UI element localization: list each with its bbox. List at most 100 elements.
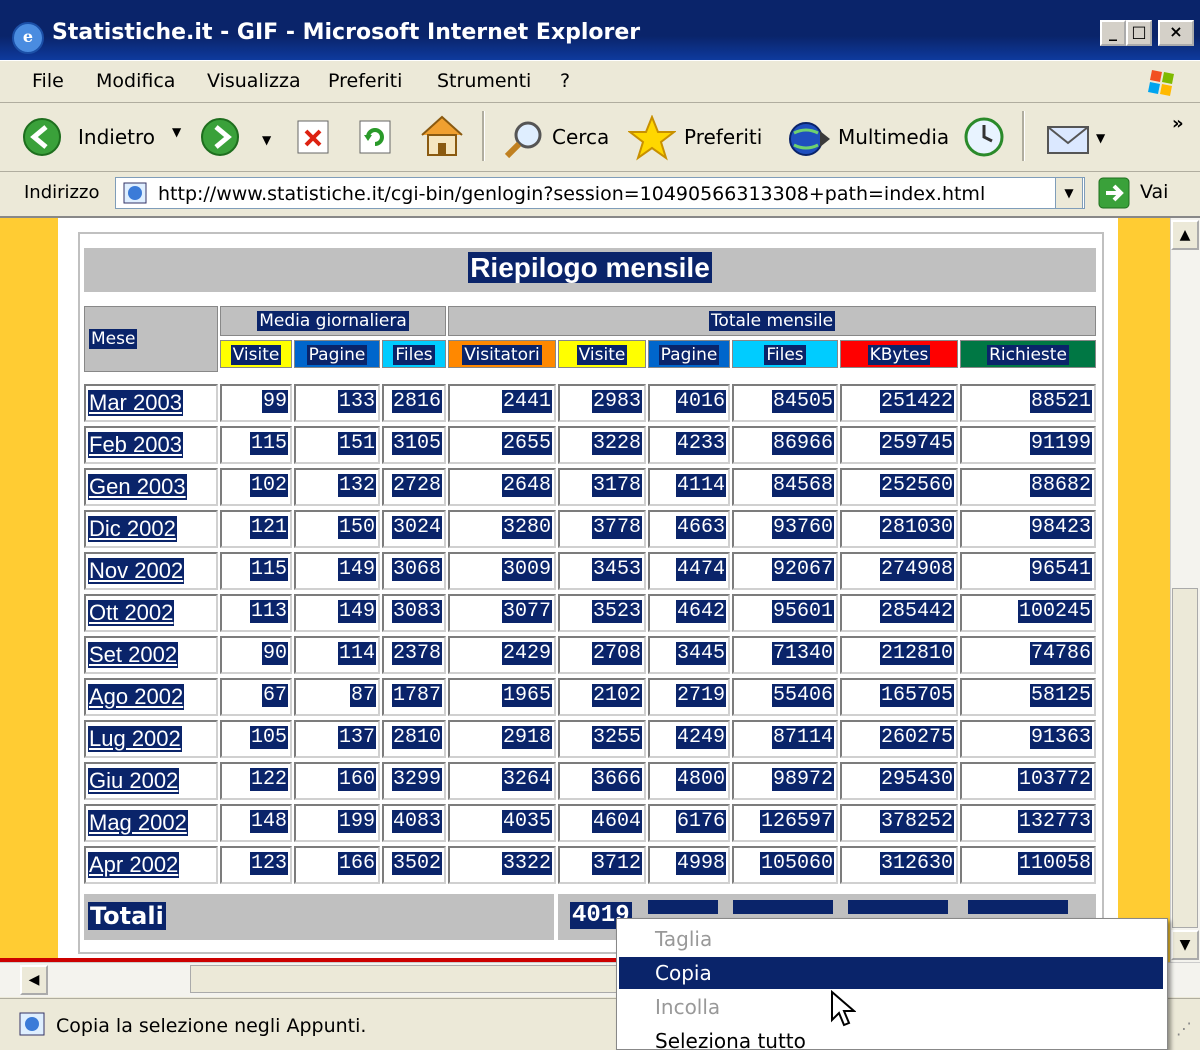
search-button[interactable]: Cerca	[500, 111, 620, 163]
month-link[interactable]: Set 2002	[88, 642, 179, 668]
menu-preferiti[interactable]: Preferiti	[328, 70, 402, 92]
context-menu: Taglia Copia Incolla Seleziona tutto	[616, 918, 1168, 1050]
internet-explorer-icon: e	[12, 22, 44, 54]
column-header-2: Files	[382, 340, 446, 368]
horizontal-scroll-thumb[interactable]	[190, 965, 620, 993]
month-link[interactable]: Mag 2002	[88, 810, 188, 836]
table-cell: 121	[220, 510, 292, 548]
mail-dropdown-icon[interactable]: ▼	[1096, 131, 1105, 145]
table-cell-value: 123	[249, 852, 288, 875]
context-menu-paste[interactable]: Incolla	[619, 991, 1163, 1023]
month-link[interactable]: Lug 2002	[88, 726, 182, 752]
table-cell-value: 3445	[675, 642, 726, 665]
toolbar-overflow-icon[interactable]: »	[1172, 113, 1184, 134]
table-cell: 2810	[382, 720, 446, 758]
table-cell-value: 98423	[1029, 516, 1092, 539]
history-icon[interactable]	[960, 113, 1008, 161]
search-label: Cerca	[552, 125, 610, 149]
table-cell-value: 378252	[879, 810, 954, 833]
maximize-button[interactable]: □	[1126, 20, 1152, 46]
home-icon[interactable]	[418, 113, 466, 159]
menu-strumenti[interactable]: Strumenti	[437, 70, 531, 92]
context-menu-copy[interactable]: Copia	[619, 957, 1163, 989]
mail-icon[interactable]	[1046, 117, 1090, 157]
table-cell: 6176	[648, 804, 730, 842]
resize-grip-icon[interactable]: ⋰	[1176, 1019, 1192, 1038]
table-cell: 150	[294, 510, 380, 548]
table-cell-value: 3077	[501, 600, 552, 623]
windows-logo-icon	[1140, 62, 1190, 102]
table-cell: 126597	[732, 804, 838, 842]
close-button[interactable]: ×	[1158, 20, 1194, 46]
month-link[interactable]: Ott 2002	[88, 600, 175, 626]
month-link[interactable]: Ago 2002	[88, 684, 185, 710]
media-button[interactable]: Multimedia	[786, 111, 956, 163]
menu-visualizza[interactable]: Visualizza	[207, 70, 301, 92]
go-button[interactable]: Vai	[1098, 177, 1188, 211]
month-link[interactable]: Gen 2003	[88, 474, 187, 500]
scroll-down-icon[interactable]: ▼	[1171, 930, 1199, 960]
table-cell: 132	[294, 468, 380, 506]
minimize-button[interactable]: _	[1100, 20, 1126, 46]
month-link[interactable]: Giu 2002	[88, 768, 180, 794]
back-arrow-icon	[23, 118, 61, 156]
table-cell: 378252	[840, 804, 958, 842]
table-cell-value: 115	[249, 432, 288, 455]
table-cell-value: 3068	[391, 558, 442, 581]
table-cell: 115	[220, 426, 292, 464]
table-cell-value: 84568	[771, 474, 834, 497]
back-button[interactable]: Indietro ▼	[20, 111, 181, 163]
toolbar-separator	[482, 111, 485, 161]
page-right-border	[1118, 218, 1170, 962]
daily-group-label: Media giornaliera	[257, 311, 409, 331]
table-cell-value: 93760	[771, 516, 834, 539]
table-cell: 2816	[382, 384, 446, 422]
menu-modifica[interactable]: Modifica	[96, 70, 175, 92]
scroll-up-icon[interactable]: ▲	[1171, 220, 1199, 250]
table-cell-value: 92067	[771, 558, 834, 581]
month-link[interactable]: Apr 2002	[88, 852, 180, 878]
menu-file[interactable]: File	[32, 70, 64, 92]
back-dropdown-icon[interactable]: ▼	[172, 125, 181, 139]
table-cell-value: 4800	[675, 768, 726, 791]
table-cell: 71340	[732, 636, 838, 674]
search-icon	[504, 121, 542, 159]
address-label: Indirizzo	[24, 182, 100, 203]
table-cell: 4604	[558, 804, 646, 842]
favorites-star-icon	[628, 115, 676, 161]
address-field[interactable]: http://www.statistiche.it/cgi-bin/genlog…	[115, 177, 1085, 209]
table-cell-value: 115	[249, 558, 288, 581]
table-cell-value: 71340	[771, 642, 834, 665]
forward-arrow-icon[interactable]	[200, 117, 240, 157]
scroll-left-icon[interactable]: ◀	[20, 965, 48, 995]
month-link[interactable]: Mar 2003	[88, 390, 183, 416]
month-link[interactable]: Dic 2002	[88, 516, 177, 542]
menu-help[interactable]: ?	[560, 70, 570, 92]
table-cell: 1965	[448, 678, 556, 716]
table-cell-value: 4249	[675, 726, 726, 749]
column-header-label: Files	[764, 345, 806, 365]
stop-icon[interactable]	[296, 119, 330, 155]
table-cell-value: 91199	[1029, 432, 1092, 455]
table-cell: 4998	[648, 846, 730, 884]
table-cell-value: 114	[337, 642, 376, 665]
table-cell-value: 133	[337, 390, 376, 413]
month-link[interactable]: Nov 2002	[88, 558, 185, 584]
table-cell-value: 121	[249, 516, 288, 539]
refresh-icon[interactable]	[358, 119, 392, 155]
vertical-scrollbar[interactable]: ▲ ▼	[1170, 218, 1200, 962]
table-cell: 122	[220, 762, 292, 800]
table-cell: 137	[294, 720, 380, 758]
context-menu-cut[interactable]: Taglia	[619, 923, 1163, 955]
forward-dropdown-icon[interactable]: ▼	[262, 133, 271, 147]
table-cell: 4233	[648, 426, 730, 464]
month-link[interactable]: Feb 2003	[88, 432, 183, 458]
table-cell-value: 2728	[391, 474, 442, 497]
address-dropdown-icon[interactable]: ▼	[1055, 177, 1083, 209]
vertical-scroll-thumb[interactable]	[1172, 588, 1198, 928]
table-cell-value: 212810	[879, 642, 954, 665]
favorites-button[interactable]: Preferiti	[626, 111, 771, 163]
context-menu-select-all[interactable]: Seleziona tutto	[619, 1025, 1163, 1049]
table-cell-value: 4016	[675, 390, 726, 413]
table-cell-value: 2918	[501, 726, 552, 749]
